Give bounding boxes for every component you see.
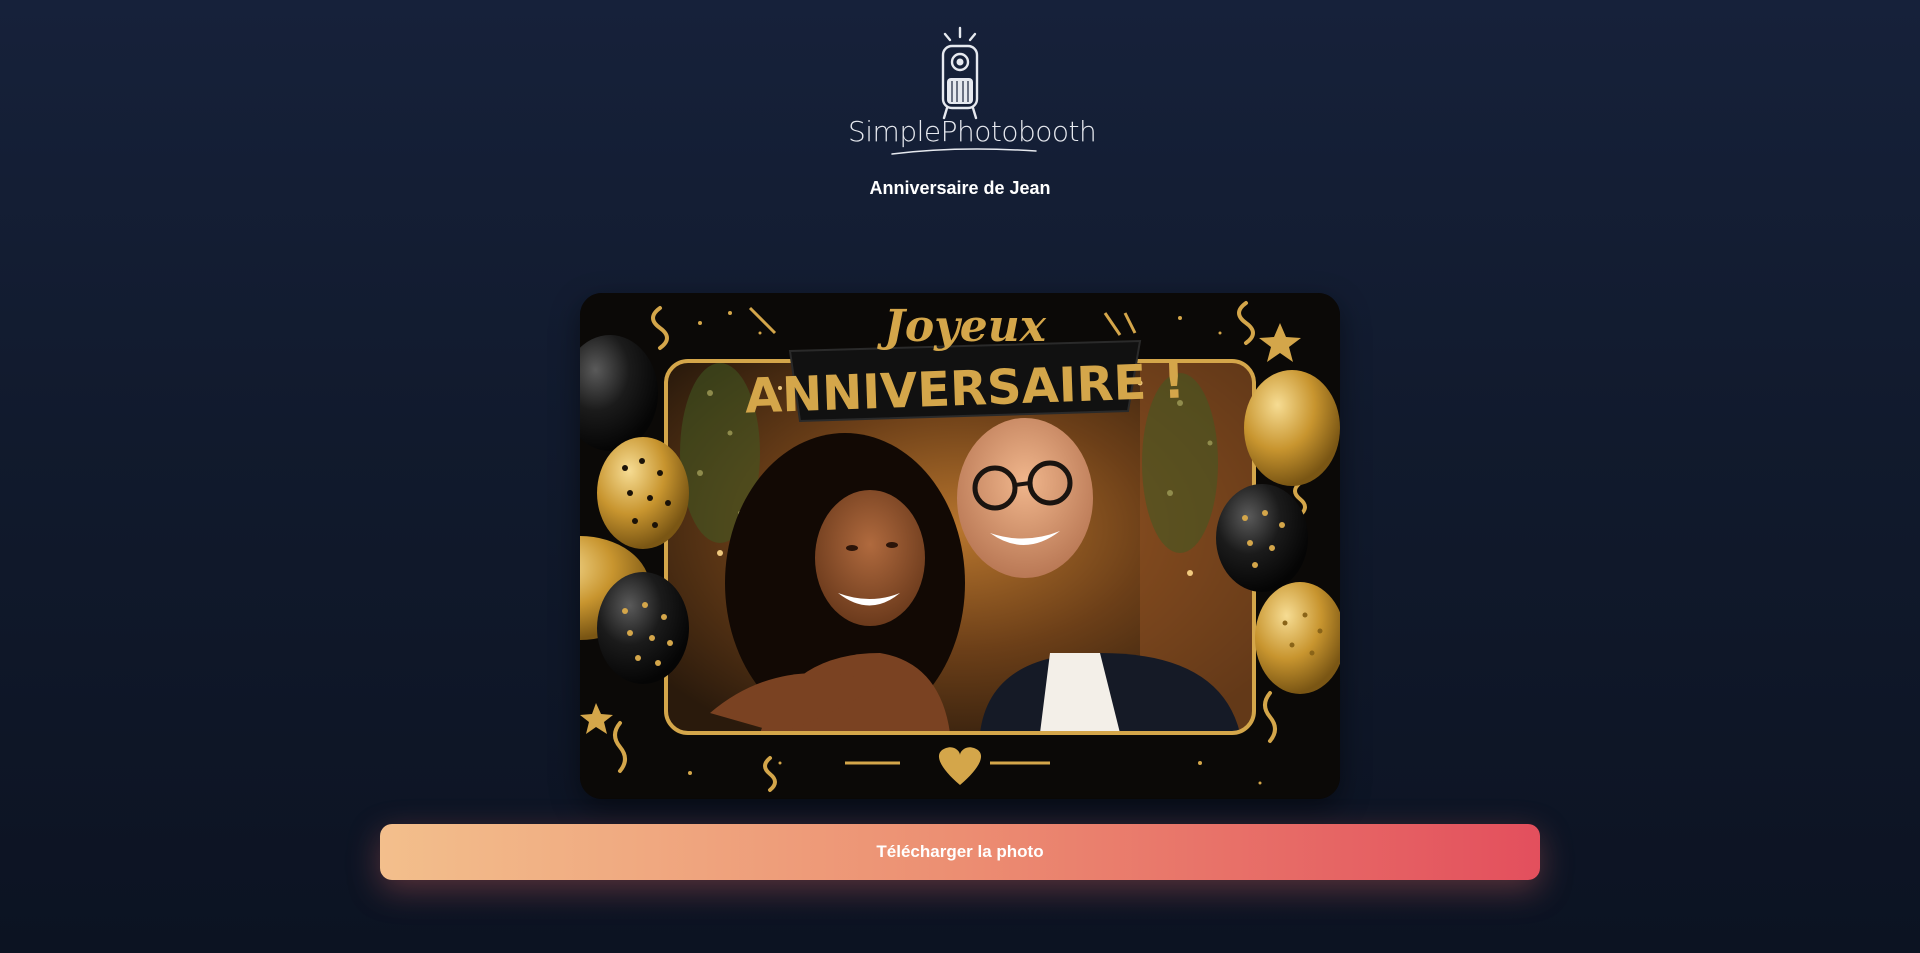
- brand-logo: SimplePhotobooth: [848, 26, 1097, 160]
- brand-name: SimplePhotobooth: [848, 115, 1097, 148]
- event-title: Anniversaire de Jean: [869, 178, 1051, 198]
- photobooth-camera-icon: [941, 26, 979, 120]
- download-photo-button[interactable]: Télécharger la photo: [380, 824, 1540, 880]
- frame-text-joyeux: Joyeux: [877, 301, 1047, 352]
- photo-preview: Joyeux ANNIVERSAIRE !: [580, 293, 1340, 799]
- birthday-photo-frame: Joyeux ANNIVERSAIRE !: [580, 293, 1340, 799]
